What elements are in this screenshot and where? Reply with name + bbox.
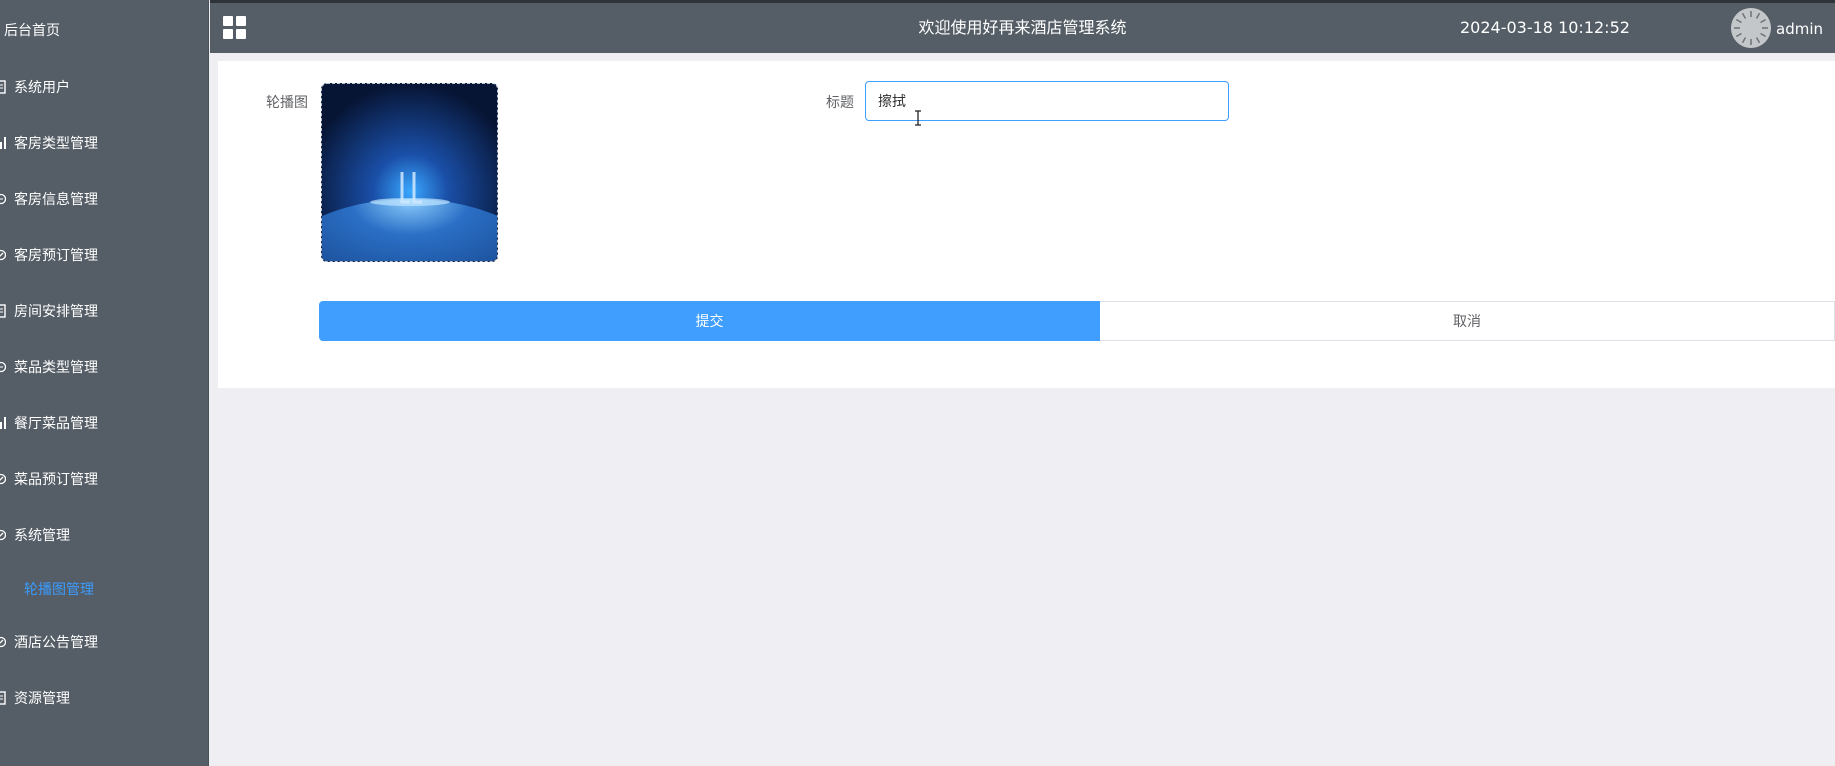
sidebar: 后台首页 系统用户 客房类型管理 客房信息管理 客房预订管理 房间安排管理 菜品… xyxy=(0,0,209,766)
sidebar-item-label: 资源管理 xyxy=(14,691,70,707)
title-field-label: 标题 xyxy=(826,95,854,111)
sidebar-item-label: 客房信息管理 xyxy=(14,192,98,208)
sidebar-item-label: 客房预订管理 xyxy=(14,248,98,264)
sidebar-item-label: 轮播图管理 xyxy=(24,582,94,598)
compass-icon xyxy=(0,528,6,542)
cancel-button[interactable]: 取消 xyxy=(1100,301,1835,341)
top-header: 欢迎使用好再来酒店管理系统 2024-03-18 10:12:52 admin xyxy=(210,0,1835,53)
submit-button[interactable]: 提交 xyxy=(319,301,1100,341)
sidebar-item-room-info[interactable]: 客房信息管理 xyxy=(0,179,98,219)
sidebar-item-label: 菜品预订管理 xyxy=(14,472,98,488)
username-label[interactable]: admin xyxy=(1776,3,1823,55)
sidebar-item-system-users[interactable]: 系统用户 xyxy=(0,67,70,107)
sidebar-item-system-manage[interactable]: 系统管理 xyxy=(0,515,70,555)
text-cursor-icon xyxy=(914,110,922,126)
sidebar-item-room-booking[interactable]: 客房预订管理 xyxy=(0,235,98,275)
sidebar-item-label: 房间安排管理 xyxy=(14,304,98,320)
sidebar-item-dish-type[interactable]: 菜品类型管理 xyxy=(0,347,98,387)
sidebar-item-label: 后台首页 xyxy=(4,23,60,39)
carousel-image-icon xyxy=(322,84,497,261)
sidebar-item-label: 系统管理 xyxy=(14,528,70,544)
comment-icon xyxy=(0,360,6,374)
image-field-label: 轮播图 xyxy=(266,95,308,111)
sidebar-item-label: 餐厅菜品管理 xyxy=(14,416,98,432)
document-icon xyxy=(0,691,6,705)
compass-icon xyxy=(0,248,6,262)
bar-chart-icon xyxy=(0,416,6,430)
sidebar-item-dish-booking[interactable]: 菜品预订管理 xyxy=(0,459,98,499)
sidebar-item-label: 酒店公告管理 xyxy=(14,635,98,651)
bar-chart-icon xyxy=(0,136,6,150)
sidebar-item-label: 系统用户 xyxy=(14,80,70,96)
carousel-image-upload[interactable] xyxy=(321,83,498,262)
document-icon xyxy=(0,80,6,94)
sidebar-item-restaurant-dish[interactable]: 餐厅菜品管理 xyxy=(0,403,98,443)
sidebar-item-hotel-notice[interactable]: 酒店公告管理 xyxy=(0,622,98,662)
compass-icon xyxy=(0,472,6,486)
comment-icon xyxy=(0,192,6,206)
sidebar-item-room-arrange[interactable]: 房间安排管理 xyxy=(0,291,98,331)
avatar[interactable] xyxy=(1731,8,1771,48)
sidebar-subitem-carousel[interactable]: 轮播图管理 xyxy=(24,569,94,609)
sidebar-item-room-type[interactable]: 客房类型管理 xyxy=(0,123,98,163)
document-icon xyxy=(0,304,6,318)
compass-icon xyxy=(0,635,6,649)
sidebar-item-home[interactable]: 后台首页 xyxy=(4,10,60,50)
sidebar-item-resource[interactable]: 资源管理 xyxy=(0,678,70,718)
sidebar-item-label: 客房类型管理 xyxy=(14,136,98,152)
sidebar-item-label: 菜品类型管理 xyxy=(14,360,98,376)
header-datetime: 2024-03-18 10:12:52 xyxy=(1460,18,1630,37)
